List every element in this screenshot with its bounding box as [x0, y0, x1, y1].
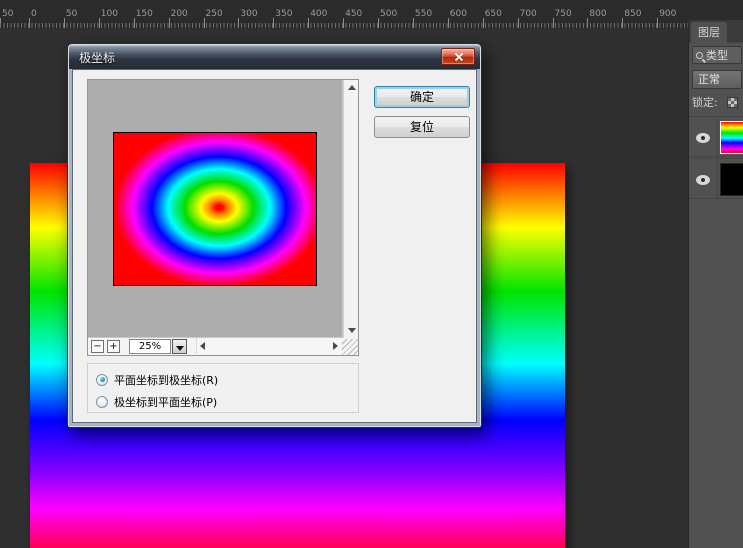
- ruler-label: 400: [310, 9, 327, 19]
- ruler-label: 900: [659, 9, 676, 19]
- zoom-in-button[interactable]: +: [107, 340, 120, 353]
- ruler-label: 50: [66, 9, 77, 19]
- polar-coordinates-dialog: 极坐标 − + 25%: [67, 43, 482, 428]
- search-icon: [696, 52, 703, 59]
- ruler-label: 0: [31, 9, 37, 19]
- zoom-dropdown-button[interactable]: [172, 339, 187, 354]
- ruler-label: 50: [2, 9, 13, 19]
- eye-icon: [696, 175, 710, 185]
- panel-tab-bar: 图层: [689, 20, 743, 43]
- radio-rect-to-polar[interactable]: 平面坐标到极坐标(R): [96, 372, 218, 387]
- ruler-tick: [0, 18, 1, 28]
- ruler-label: 500: [380, 9, 397, 19]
- radio-polar-to-rect[interactable]: 极坐标到平面坐标(P): [96, 394, 217, 409]
- scroll-left-icon[interactable]: [200, 342, 205, 350]
- lock-row: 锁定:: [692, 95, 743, 111]
- ruler-tick: [587, 18, 588, 28]
- ruler-label: 850: [624, 9, 641, 19]
- layer-row-gradient[interactable]: [689, 116, 743, 157]
- scroll-right-icon[interactable]: [333, 342, 338, 350]
- ruler-tick: [622, 18, 623, 28]
- radio-button-icon[interactable]: [96, 374, 108, 386]
- visibility-toggle[interactable]: [689, 159, 718, 200]
- preview-image: [113, 132, 317, 286]
- ruler-tick: [99, 18, 100, 28]
- lock-label: 锁定:: [692, 96, 718, 109]
- layer-row-background[interactable]: [689, 158, 743, 199]
- close-button[interactable]: [441, 48, 475, 65]
- ruler-label: 350: [275, 9, 292, 19]
- ruler-tick: [238, 18, 239, 28]
- visibility-toggle[interactable]: [689, 117, 718, 158]
- close-icon: [454, 52, 464, 62]
- eye-icon: [696, 133, 710, 143]
- top-bar: 5005010015020025030035040045050055060065…: [0, 0, 743, 28]
- ruler-label: 600: [450, 9, 467, 19]
- ruler-label: 100: [101, 9, 118, 19]
- ruler-label: 750: [555, 9, 572, 19]
- lock-transparency-icon[interactable]: [727, 97, 738, 108]
- layer-filter-dropdown[interactable]: 类型: [692, 46, 742, 64]
- ruler-tick: [29, 18, 30, 28]
- ruler-tick: [169, 18, 170, 28]
- layer-thumbnail-gradient[interactable]: [720, 121, 743, 154]
- ruler-tick: [308, 18, 309, 28]
- layers-panel: 图层 类型 正常 锁定:: [688, 20, 743, 548]
- ruler-tick: [64, 18, 65, 28]
- radio-button-icon[interactable]: [96, 396, 108, 408]
- preview-horizontal-scrollbar[interactable]: [196, 338, 341, 354]
- ruler-tick: [204, 18, 205, 28]
- dialog-title: 极坐标: [79, 49, 115, 66]
- ruler-tick: [518, 18, 519, 28]
- zoom-level-value[interactable]: 25%: [129, 339, 171, 354]
- reset-button[interactable]: 复位: [374, 116, 470, 138]
- preview-box: − + 25%: [87, 79, 359, 356]
- blend-mode-dropdown[interactable]: 正常: [692, 70, 742, 89]
- radio-label: 极坐标到平面坐标(P): [114, 394, 217, 410]
- layer-thumbnail-background[interactable]: [720, 163, 743, 196]
- scroll-up-icon[interactable]: [348, 85, 356, 90]
- scroll-down-icon[interactable]: [348, 328, 356, 333]
- ruler-tick: [273, 18, 274, 28]
- resize-grip-icon[interactable]: [342, 339, 358, 355]
- layer-filter-label: 类型: [706, 47, 728, 63]
- preview-viewport[interactable]: [88, 80, 343, 338]
- radio-label: 平面坐标到极坐标(R): [114, 372, 218, 388]
- ruler-label: 550: [415, 9, 432, 19]
- ruler-tick: [553, 18, 554, 28]
- zoom-out-button[interactable]: −: [91, 340, 104, 353]
- preview-vertical-scrollbar[interactable]: [343, 80, 358, 338]
- ruler-label: 300: [240, 9, 257, 19]
- zoom-controls: − + 25%: [88, 338, 358, 355]
- ruler-tick: [134, 18, 135, 28]
- ruler[interactable]: 5005010015020025030035040045050055060065…: [0, 0, 688, 28]
- ruler-tick: [378, 18, 379, 28]
- ruler-label: 200: [171, 9, 188, 19]
- ruler-tick: [657, 18, 658, 28]
- dialog-titlebar[interactable]: 极坐标: [69, 45, 480, 69]
- ok-button[interactable]: 确定: [374, 86, 470, 108]
- ruler-tick: [343, 18, 344, 28]
- ruler-label: 250: [206, 9, 223, 19]
- ruler-label: 700: [520, 9, 537, 19]
- ruler-tick: [448, 18, 449, 28]
- ruler-tick: [413, 18, 414, 28]
- conversion-option-group: 平面坐标到极坐标(R) 极坐标到平面坐标(P): [87, 363, 359, 413]
- ruler-label: 150: [136, 9, 153, 19]
- ruler-label: 800: [589, 9, 606, 19]
- tab-layers[interactable]: 图层: [691, 22, 727, 43]
- ruler-tick: [483, 18, 484, 28]
- ruler-label: 450: [345, 9, 362, 19]
- ruler-label: 650: [485, 9, 502, 19]
- dialog-body: − + 25% 平面坐标到极坐标(R) 极坐标到平面坐标(P): [72, 69, 477, 423]
